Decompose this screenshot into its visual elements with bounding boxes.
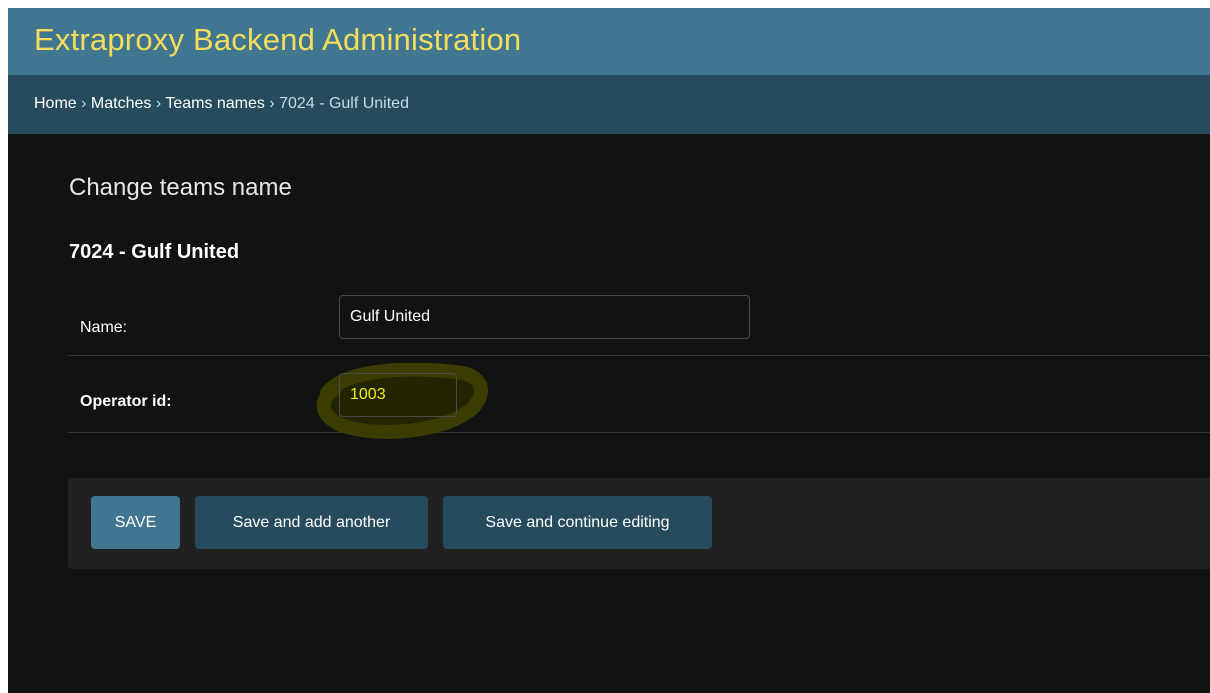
operator-id-label: Operator id:: [80, 393, 172, 410]
object-heading: 7024 - Gulf United: [69, 241, 240, 263]
save-button[interactable]: SAVE: [91, 496, 180, 549]
admin-page: Extraproxy Backend Administration Home ›…: [8, 8, 1210, 693]
submit-row: SAVE Save and add another Save and conti…: [68, 478, 1210, 569]
breadcrumb-trail: Home › Matches › Teams names › 7024 - Gu…: [34, 95, 409, 113]
site-header: Extraproxy Backend Administration: [8, 8, 1210, 75]
breadcrumb-separator: ›: [76, 95, 91, 112]
operator-id-input[interactable]: [339, 373, 457, 417]
page-title: Change teams name: [69, 174, 292, 201]
name-input[interactable]: [339, 295, 750, 339]
save-and-continue-editing-button[interactable]: Save and continue editing: [443, 496, 712, 549]
save-and-add-another-button[interactable]: Save and add another: [195, 496, 428, 549]
breadcrumb: Home › Matches › Teams names › 7024 - Gu…: [8, 75, 1210, 134]
name-label: Name:: [80, 319, 128, 336]
breadcrumb-separator: ›: [151, 95, 166, 112]
breadcrumb-current: 7024 - Gulf United: [279, 95, 409, 112]
breadcrumb-home[interactable]: Home: [34, 95, 77, 112]
site-title[interactable]: Extraproxy Backend Administration: [34, 22, 521, 58]
form-row-operator-id: Operator id:: [68, 355, 1210, 439]
breadcrumb-model[interactable]: Teams names: [165, 95, 265, 112]
breadcrumb-separator: ›: [264, 95, 280, 112]
form-row-name: Name:: [68, 286, 1210, 356]
breadcrumb-app[interactable]: Matches: [91, 95, 151, 112]
